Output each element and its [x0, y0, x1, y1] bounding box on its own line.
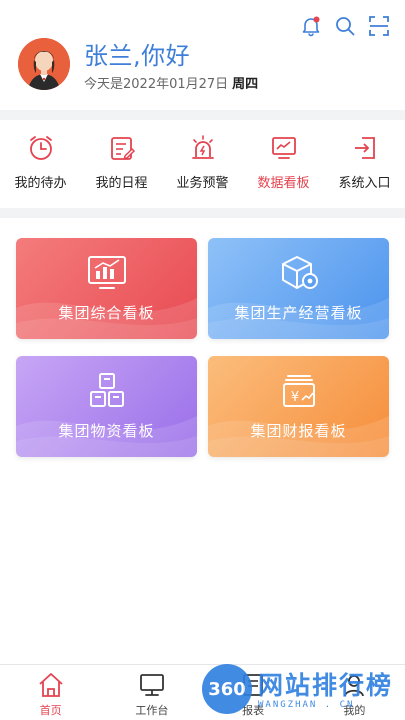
boxes-icon — [86, 372, 128, 410]
bar-chart-icon — [86, 254, 128, 292]
shortcut-label: 系统入口 — [338, 176, 391, 191]
card-label: 集团综合看板 — [58, 304, 155, 322]
shortcut-system-entry[interactable]: 系统入口 — [324, 120, 405, 206]
bottom-nav: 首页 工作台 报表 我的 — [0, 664, 405, 720]
nav-workbench[interactable]: 工作台 — [101, 665, 202, 720]
monitor-icon — [138, 671, 166, 699]
shortcut-label: 我的待办 — [14, 176, 67, 191]
svg-text:¥: ¥ — [290, 390, 298, 405]
avatar[interactable] — [18, 38, 70, 90]
divider-band — [0, 110, 405, 120]
nav-mine[interactable]: 我的 — [304, 665, 405, 720]
card-group-overview-board[interactable]: 集团综合看板 — [16, 238, 197, 339]
nav-label: 工作台 — [135, 704, 169, 717]
nav-home[interactable]: 首页 — [0, 665, 101, 720]
nav-label: 报表 — [242, 704, 265, 717]
header: 张兰,你好 今天是2022年01月27日 周四 — [0, 0, 405, 108]
card-label: 集团财报看板 — [250, 422, 347, 440]
greeting-title: 张兰,你好 — [84, 42, 191, 70]
scan-icon[interactable] — [367, 14, 391, 38]
box-gear-icon — [278, 254, 320, 292]
calendar-edit-icon — [108, 134, 136, 162]
home-icon — [37, 671, 65, 699]
shortcut-bar: 我的待办 我的日程 业务预警 数据看板 系统入口 — [0, 120, 405, 206]
money-report-icon: ¥ — [278, 372, 320, 410]
divider-band — [0, 208, 405, 218]
shortcut-my-todo[interactable]: 我的待办 — [0, 120, 81, 206]
alarm-icon — [189, 134, 217, 162]
card-group-finance-board[interactable]: ¥ 集团财报看板 — [208, 356, 389, 457]
clock-icon — [27, 134, 55, 162]
search-icon[interactable] — [333, 14, 357, 38]
weekday-text: 周四 — [232, 77, 259, 92]
card-group-materials-board[interactable]: 集团物资看板 — [16, 356, 197, 457]
card-label: 集团物资看板 — [58, 422, 155, 440]
nav-label: 首页 — [39, 704, 62, 717]
card-label: 集团生产经营看板 — [234, 304, 363, 322]
shortcut-business-alert[interactable]: 业务预警 — [162, 120, 243, 206]
login-icon — [351, 134, 379, 162]
monitor-chart-icon — [270, 134, 298, 162]
shortcut-my-schedule[interactable]: 我的日程 — [81, 120, 162, 206]
shortcut-label: 业务预警 — [176, 176, 229, 191]
shortcut-label: 数据看板 — [257, 176, 310, 191]
top-toolbar — [299, 14, 391, 38]
shortcut-label: 我的日程 — [95, 176, 148, 191]
date-text: 今天是2022年01月27日 — [84, 77, 229, 92]
report-icon — [239, 671, 267, 699]
user-icon — [340, 671, 368, 699]
bell-icon[interactable] — [299, 14, 323, 38]
shortcut-data-board[interactable]: 数据看板 — [243, 120, 324, 206]
card-group-production-board[interactable]: 集团生产经营看板 — [208, 238, 389, 339]
nav-label: 我的 — [343, 704, 366, 717]
date-line: 今天是2022年01月27日 周四 — [84, 73, 258, 92]
nav-reports[interactable]: 报表 — [203, 665, 304, 720]
